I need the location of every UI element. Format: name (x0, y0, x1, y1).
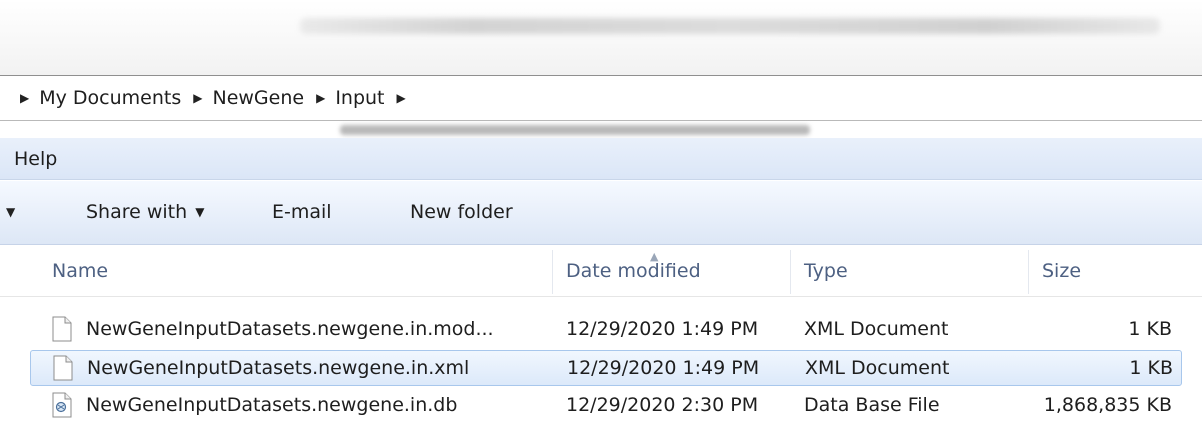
chevron-down-icon: ▼ (195, 205, 205, 219)
breadcrumb-arrow-icon[interactable]: ▶ (397, 91, 406, 105)
column-header-name[interactable]: Name (52, 260, 108, 282)
document-icon (52, 316, 72, 342)
blurred-path (340, 125, 810, 135)
breadcrumb-arrow-icon[interactable]: ▶ (20, 91, 29, 105)
share-with-button[interactable]: Share with ▼ (86, 201, 204, 223)
column-header-type[interactable]: Type (804, 260, 848, 282)
organize-dropdown-icon[interactable]: ▼ (6, 205, 15, 219)
file-date: 12/29/2020 1:49 PM (566, 318, 759, 340)
file-name: NewGeneInputDatasets.newgene.in.mod... (86, 318, 494, 340)
column-header-date-modified[interactable]: Date modified (566, 260, 701, 282)
file-row[interactable]: NewGeneInputDatasets.newgene.in.mod... 1… (30, 312, 1182, 348)
blurred-heading (300, 18, 1160, 34)
column-divider[interactable] (552, 250, 553, 294)
file-type: XML Document (804, 318, 949, 340)
column-header-size[interactable]: Size (1042, 260, 1081, 282)
breadcrumb-arrow-icon[interactable]: ▶ (316, 91, 325, 105)
file-date: 12/29/2020 1:49 PM (567, 357, 760, 379)
file-size: 1 KB (1128, 318, 1172, 340)
file-name: NewGeneInputDatasets.newgene.in.xml (87, 357, 470, 379)
file-type: Data Base File (804, 394, 940, 416)
file-row[interactable]: NewGeneInputDatasets.newgene.in.xml 12/2… (30, 350, 1182, 386)
file-name: NewGeneInputDatasets.newgene.in.db (86, 394, 458, 416)
menu-bar: Help (0, 138, 1202, 180)
file-date: 12/29/2020 2:30 PM (566, 394, 759, 416)
breadcrumb-arrow-icon[interactable]: ▶ (193, 91, 202, 105)
email-button[interactable]: E-mail (272, 201, 332, 223)
document-icon (53, 355, 73, 381)
column-header-row: ▲ Name Date modified Type Size (0, 248, 1202, 297)
file-row[interactable]: NewGeneInputDatasets.newgene.in.db 12/29… (30, 388, 1182, 424)
file-size: 1 KB (1129, 357, 1173, 379)
column-divider[interactable] (1028, 250, 1029, 294)
file-type: XML Document (805, 357, 950, 379)
column-divider[interactable] (790, 250, 791, 294)
new-folder-button[interactable]: New folder (410, 201, 513, 223)
blurred-instruction-area (0, 0, 1202, 75)
breadcrumb-my-documents[interactable]: ▶ My Documents (20, 87, 193, 109)
address-bar[interactable]: ▶ My Documents ▶ NewGene ▶ Input ▶ (0, 75, 1202, 121)
breadcrumb-expand[interactable]: ▶ (397, 91, 416, 105)
file-size: 1,868,835 KB (1043, 394, 1172, 416)
breadcrumb-input[interactable]: ▶ Input (316, 87, 396, 109)
database-file-icon (52, 392, 72, 418)
toolbar: ▼ Share with ▼ E-mail New folder (0, 181, 1202, 245)
menu-help[interactable]: Help (14, 148, 57, 170)
breadcrumb-newgene[interactable]: ▶ NewGene (193, 87, 316, 109)
